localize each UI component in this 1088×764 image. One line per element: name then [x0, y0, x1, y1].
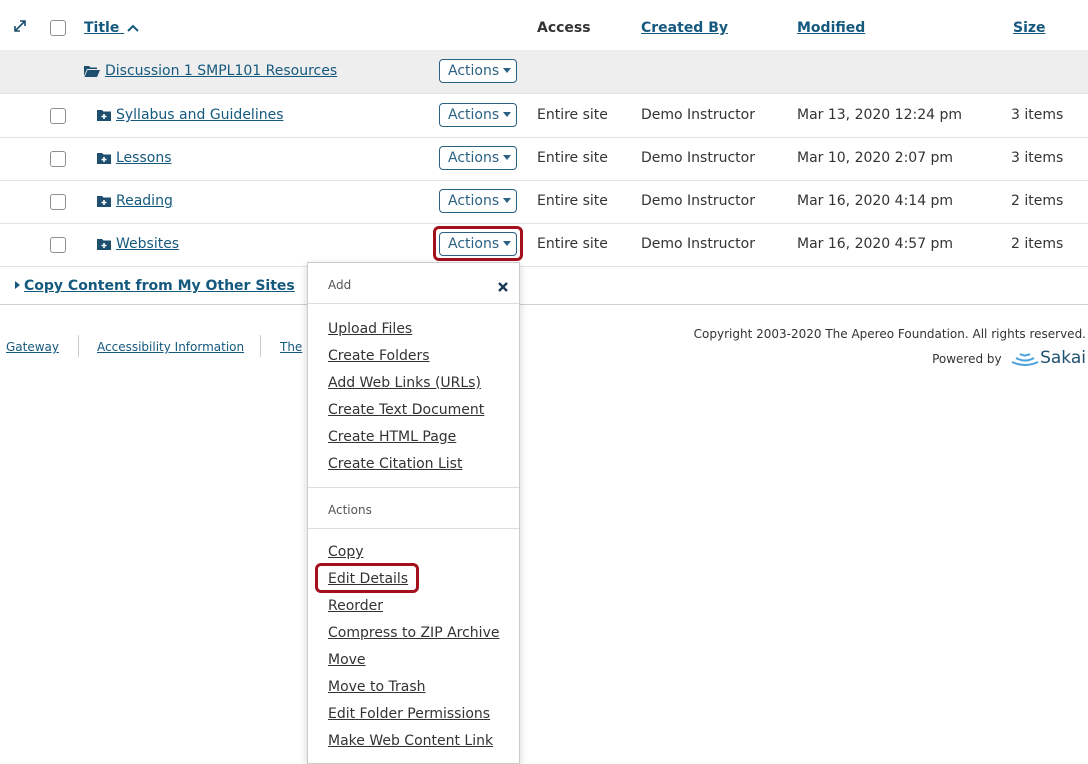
- folder-open-icon: [84, 65, 100, 81]
- size-cell: 2 items: [1011, 193, 1064, 209]
- menu-item-upload-files[interactable]: Upload Files: [328, 321, 412, 337]
- footer-divider: [78, 335, 79, 357]
- footer-link-accessibility[interactable]: Accessibility Information: [97, 340, 244, 354]
- title-header-label: Title: [84, 20, 120, 36]
- created-by-cell: Demo Instructor: [641, 107, 755, 123]
- menu-actions-header: Actions: [328, 503, 372, 517]
- actions-label: Actions: [448, 150, 500, 166]
- menu-item-compress-zip[interactable]: Compress to ZIP Archive: [328, 625, 499, 641]
- folder-plus-icon: [97, 238, 111, 254]
- expand-icon[interactable]: [14, 20, 26, 36]
- menu-separator: [308, 487, 519, 488]
- actions-dropdown-menu: Add Upload Files Create Folders Add Web …: [307, 262, 520, 764]
- created-by-cell: Demo Instructor: [641, 193, 755, 209]
- menu-separator: [308, 528, 519, 529]
- table-row: Syllabus and Guidelines Actions Entire s…: [0, 94, 1088, 138]
- menu-item-create-folders[interactable]: Create Folders: [328, 348, 430, 364]
- menu-item-move-to-trash[interactable]: Move to Trash: [328, 679, 426, 695]
- parent-folder-title: Discussion 1 SMPL101 Resources: [105, 63, 338, 79]
- copyright-text: Copyright 2003-2020 The Apereo Foundatio…: [693, 327, 1086, 341]
- table-row: Lessons Actions Entire site Demo Instruc…: [0, 137, 1088, 181]
- sort-asc-icon: [127, 20, 139, 36]
- powered-by-label: Powered by: [932, 352, 1002, 366]
- modified-cell: Mar 16, 2020 4:14 pm: [797, 193, 954, 209]
- actions-button[interactable]: Actions: [439, 189, 517, 213]
- folder-title: Lessons: [116, 150, 172, 166]
- folder-title: Websites: [116, 236, 180, 252]
- row-checkbox[interactable]: [50, 151, 66, 167]
- actions-button[interactable]: Actions: [439, 146, 517, 170]
- copy-content-label: Copy Content from My Other Sites: [24, 278, 295, 294]
- size-cell: 2 items: [1011, 236, 1064, 252]
- caret-down-icon: [503, 155, 512, 160]
- created-by-cell: Demo Instructor: [641, 150, 755, 166]
- caret-down-icon: [503, 68, 512, 73]
- folder-plus-icon: [97, 152, 111, 168]
- actions-label: Actions: [448, 193, 500, 209]
- sakai-logo-icon: [1010, 350, 1040, 370]
- actions-button[interactable]: Actions: [439, 103, 517, 127]
- access-cell: Entire site: [537, 150, 608, 166]
- modified-cell: Mar 10, 2020 2:07 pm: [797, 150, 954, 166]
- title-column-header[interactable]: Title: [84, 20, 139, 36]
- menu-item-make-web-content-link[interactable]: Make Web Content Link: [328, 733, 493, 749]
- menu-item-create-citation-list[interactable]: Create Citation List: [328, 456, 462, 472]
- parent-folder-link[interactable]: Discussion 1 SMPL101 Resources: [84, 63, 337, 81]
- sakai-brand-text: Sakai: [1040, 348, 1086, 368]
- actions-button-highlight: [433, 226, 523, 261]
- actions-label: Actions: [448, 63, 500, 79]
- menu-item-create-html-page[interactable]: Create HTML Page: [328, 429, 456, 445]
- parent-folder-row: Discussion 1 SMPL101 Resources Actions: [0, 50, 1088, 94]
- modified-column-header[interactable]: Modified: [797, 20, 865, 36]
- menu-item-reorder[interactable]: Reorder: [328, 598, 383, 614]
- row-checkbox[interactable]: [50, 237, 66, 253]
- powered-by: Powered by Sakai: [932, 348, 1086, 370]
- folder-link[interactable]: Syllabus and Guidelines: [97, 107, 284, 125]
- menu-item-copy[interactable]: Copy: [328, 544, 364, 560]
- copy-content-row: Copy Content from My Other Sites: [0, 266, 1088, 305]
- footer-link-gateway[interactable]: Gateway: [6, 340, 59, 354]
- created-by-cell: Demo Instructor: [641, 236, 755, 252]
- caret-down-icon: [503, 112, 512, 117]
- footer-divider: [260, 335, 261, 357]
- folder-link[interactable]: Websites: [97, 236, 179, 254]
- row-checkbox[interactable]: [50, 108, 66, 124]
- folder-plus-icon: [97, 109, 111, 125]
- size-cell: 3 items: [1011, 150, 1064, 166]
- footer-link-the[interactable]: The: [280, 340, 302, 354]
- folder-title: Reading: [116, 193, 173, 209]
- select-all-checkbox[interactable]: [50, 20, 66, 36]
- table-header: Title Access Created By Modified Size: [0, 0, 1088, 51]
- size-column-header[interactable]: Size: [1013, 20, 1046, 36]
- close-menu-icon[interactable]: [498, 280, 508, 296]
- actions-label: Actions: [448, 107, 500, 123]
- menu-add-header: Add: [328, 278, 352, 292]
- created-by-column-header[interactable]: Created By: [641, 20, 728, 36]
- menu-separator: [308, 303, 519, 304]
- size-cell: 3 items: [1011, 107, 1064, 123]
- table-row: Websites Actions Entire site Demo Instru…: [0, 223, 1088, 267]
- access-cell: Entire site: [537, 236, 608, 252]
- folder-link[interactable]: Lessons: [97, 150, 172, 168]
- edit-details-highlight: [315, 563, 419, 593]
- access-column-header: Access: [537, 20, 591, 36]
- parent-actions-button[interactable]: Actions: [439, 59, 517, 83]
- menu-item-move[interactable]: Move: [328, 652, 366, 668]
- modified-cell: Mar 16, 2020 4:57 pm: [797, 236, 954, 252]
- caret-right-icon: [15, 281, 20, 289]
- access-cell: Entire site: [537, 107, 608, 123]
- menu-item-create-text-document[interactable]: Create Text Document: [328, 402, 484, 418]
- menu-item-add-web-links[interactable]: Add Web Links (URLs): [328, 375, 481, 391]
- menu-item-edit-folder-permissions[interactable]: Edit Folder Permissions: [328, 706, 490, 722]
- table-row: Reading Actions Entire site Demo Instruc…: [0, 180, 1088, 224]
- copy-content-link[interactable]: Copy Content from My Other Sites: [15, 278, 295, 294]
- folder-title: Syllabus and Guidelines: [116, 107, 284, 123]
- caret-down-icon: [503, 198, 512, 203]
- row-checkbox[interactable]: [50, 194, 66, 210]
- access-cell: Entire site: [537, 193, 608, 209]
- modified-cell: Mar 13, 2020 12:24 pm: [797, 107, 962, 123]
- folder-link[interactable]: Reading: [97, 193, 173, 211]
- folder-plus-icon: [97, 195, 111, 211]
